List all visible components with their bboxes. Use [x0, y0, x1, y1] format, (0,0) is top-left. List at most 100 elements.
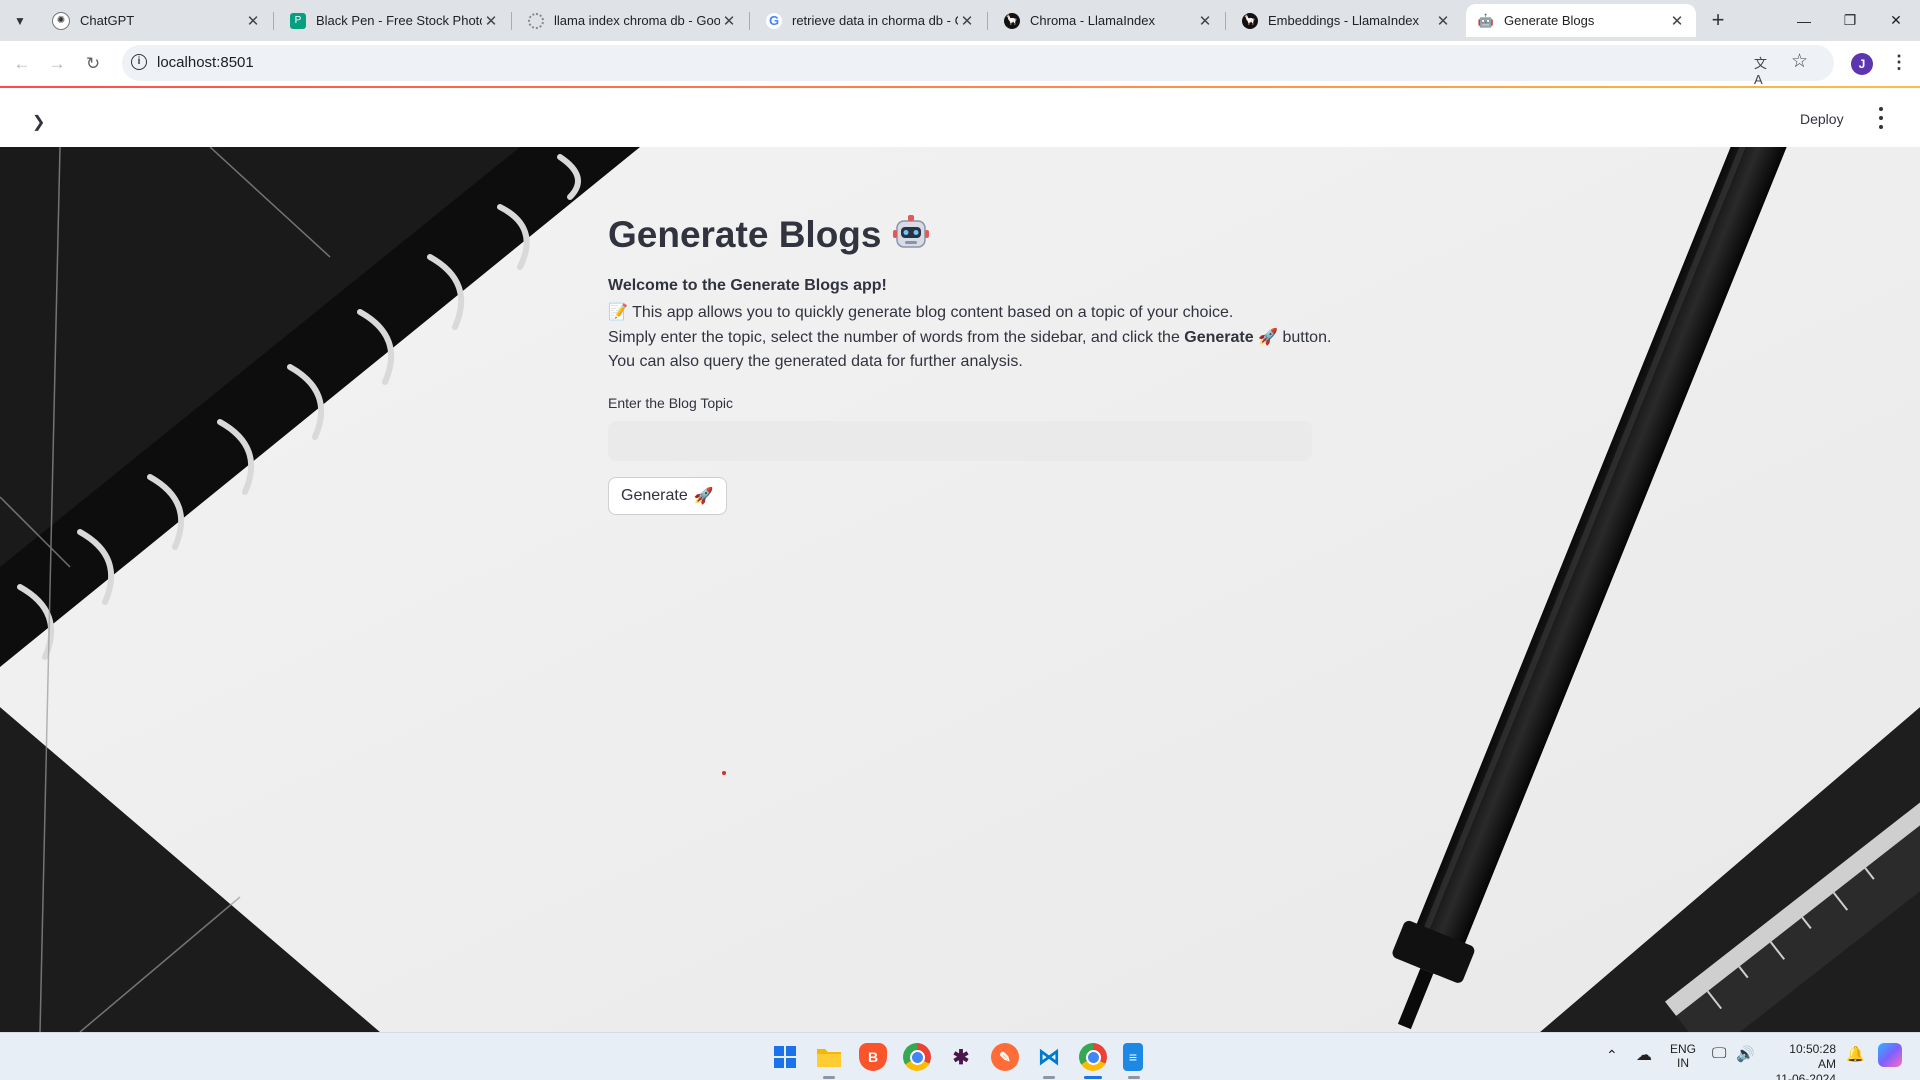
onedrive-icon[interactable]: ☁ — [1636, 1045, 1652, 1065]
tab-divider — [987, 12, 988, 30]
robot-icon — [893, 215, 930, 248]
windows-start-icon[interactable] — [771, 1043, 799, 1071]
tab-title: llama index chroma db - Googl — [554, 13, 720, 28]
close-tab-icon[interactable]: ✕ — [720, 12, 738, 30]
expand-sidebar-chevron-icon[interactable]: ❯ — [32, 112, 45, 132]
chrome-profile-icon[interactable] — [1079, 1043, 1107, 1071]
postman-icon[interactable]: ✎ — [991, 1043, 1019, 1071]
bookmark-star-icon[interactable]: ☆ — [1791, 50, 1808, 73]
tab-divider — [1225, 12, 1226, 30]
minimize-button[interactable]: — — [1781, 0, 1827, 41]
instructions-line: Simply enter the topic, select the numbe… — [608, 327, 1331, 347]
rocket-icon: 🚀 — [693, 488, 714, 505]
background-image — [0, 147, 1920, 1032]
welcome-text: Welcome to the Generate Blogs app! — [608, 277, 887, 295]
pexels-icon: P — [290, 12, 306, 29]
notification-bell-icon[interactable]: 🔔 — [1846, 1045, 1865, 1063]
tab-title: Chroma - LlamaIndex — [1030, 13, 1155, 28]
browser-tab-strip: ▼ ✺ ChatGPT ✕ P Black Pen - Free Stock P… — [0, 0, 1920, 41]
close-tab-icon[interactable]: ✕ — [244, 12, 262, 30]
google-loading-icon — [528, 12, 544, 29]
brave-icon[interactable]: B — [859, 1043, 887, 1071]
query-line: You can also query the generated data fo… — [608, 353, 1023, 371]
network-icon[interactable]: 🖵 — [1712, 1045, 1726, 1062]
tab-chroma-llamaindex[interactable]: 🦙 Chroma - LlamaIndex ✕ — [992, 4, 1224, 37]
browser-toolbar: ← → ↻ i localhost:8501 文A ☆ J ⋮ — [0, 41, 1920, 87]
tab-title: Generate Blogs — [1504, 13, 1595, 28]
page-title: Generate Blogs — [608, 213, 931, 256]
file-explorer-icon[interactable] — [815, 1043, 843, 1071]
clock-date: 11-06-2024 — [1775, 1072, 1837, 1080]
instructions-text-start: Simply enter the topic, select the numbe… — [608, 329, 1185, 346]
forward-arrow-icon[interactable]: → — [43, 50, 71, 78]
volume-icon[interactable]: 🔊 — [1736, 1045, 1755, 1063]
running-indicator — [1128, 1076, 1140, 1079]
chrome-icon[interactable] — [903, 1043, 931, 1071]
clock-time: 10:50:28 AM — [1789, 1042, 1836, 1071]
running-indicator — [1043, 1076, 1055, 1079]
reload-icon[interactable]: ↻ — [79, 50, 107, 78]
instructions-generate-bold: Generate — [1184, 329, 1254, 346]
show-hidden-icons-chevron[interactable]: ⌃ — [1606, 1047, 1618, 1064]
robot-icon: 🤖 — [1477, 12, 1495, 29]
deploy-button[interactable]: Deploy — [1800, 111, 1844, 127]
intro-line: 📝 This app allows you to quickly generat… — [608, 302, 1233, 322]
page-title-text: Generate Blogs — [608, 214, 882, 255]
tab-generate-blogs[interactable]: 🤖 Generate Blogs ✕ — [1466, 4, 1696, 37]
tab-search-dropdown-icon[interactable]: ▼ — [9, 10, 31, 32]
new-tab-button[interactable]: + — [1703, 6, 1733, 34]
generate-button[interactable]: Generate 🚀 — [608, 477, 727, 515]
rocket-icon: 🚀 — [1258, 329, 1279, 346]
llamaindex-icon: 🦙 — [1004, 12, 1020, 29]
tab-llama-chroma-search[interactable]: llama index chroma db - Googl ✕ — [516, 4, 748, 37]
app-header: ❯ Deploy — [0, 88, 1920, 147]
tab-black-pen[interactable]: P Black Pen - Free Stock Photo ✕ — [278, 4, 510, 37]
region-code: IN — [1677, 1056, 1689, 1070]
translate-icon[interactable]: 文A — [1754, 53, 1774, 87]
address-bar[interactable]: i localhost:8501 文A ☆ — [122, 45, 1834, 87]
close-tab-icon[interactable]: ✕ — [1196, 12, 1214, 30]
llamaindex-icon: 🦙 — [1242, 12, 1258, 29]
close-tab-icon[interactable]: ✕ — [1434, 12, 1452, 30]
google-icon: G — [766, 12, 782, 29]
site-info-icon[interactable]: i — [131, 54, 147, 70]
copilot-icon[interactable] — [1878, 1043, 1902, 1067]
windows-taskbar: B ✱ ✎ ⋈ ≡ ⌃ ☁ ENG IN 🖵 🔊 10:50:28 AM 11-… — [0, 1032, 1920, 1080]
main-menu-icon[interactable] — [1874, 105, 1888, 131]
close-tab-icon[interactable]: ✕ — [958, 12, 976, 30]
slack-icon[interactable]: ✱ — [947, 1043, 975, 1071]
intro-line-text: This app allows you to quickly generate … — [632, 304, 1234, 321]
browser-menu-icon[interactable]: ⋮ — [1890, 52, 1908, 73]
tab-retrieve-chroma-search[interactable]: G retrieve data in chorma db - Go ✕ — [754, 4, 986, 37]
restore-button[interactable]: ❐ — [1827, 0, 1873, 41]
blog-topic-label: Enter the Blog Topic — [608, 395, 734, 411]
language-code: ENG — [1670, 1042, 1697, 1056]
blog-topic-input[interactable] — [608, 421, 1312, 461]
tab-title: ChatGPT — [80, 13, 135, 28]
query-line-text: You can also query the generated data fo… — [608, 353, 1023, 370]
back-arrow-icon[interactable]: ← — [8, 50, 36, 78]
memo-icon: 📝 — [608, 304, 628, 321]
close-tab-icon[interactable]: ✕ — [1668, 12, 1686, 30]
running-indicator — [823, 1076, 835, 1079]
generate-button-label: Generate — [621, 487, 688, 504]
tab-divider — [511, 12, 512, 30]
active-indicator — [1084, 1076, 1102, 1079]
tab-embeddings-llamaindex[interactable]: 🦙 Embeddings - LlamaIndex ✕ — [1230, 4, 1462, 37]
tab-chatgpt[interactable]: ✺ ChatGPT ✕ — [40, 4, 272, 37]
clock[interactable]: 10:50:28 AM 11-06-2024 — [1770, 1042, 1837, 1080]
language-indicator[interactable]: ENG IN — [1670, 1042, 1696, 1070]
url-text[interactable]: localhost:8501 — [157, 54, 254, 71]
close-tab-icon[interactable]: ✕ — [482, 12, 500, 30]
tab-title: Black Pen - Free Stock Photo — [316, 13, 482, 28]
cursor-dot — [722, 771, 726, 775]
close-window-button[interactable]: ✕ — [1873, 0, 1919, 41]
tab-divider — [749, 12, 750, 30]
vscode-icon[interactable]: ⋈ — [1035, 1043, 1063, 1071]
notepad-icon[interactable]: ≡ — [1123, 1043, 1143, 1071]
tab-divider — [273, 12, 274, 30]
welcome-bold-text: Welcome to the Generate Blogs app! — [608, 277, 887, 294]
tab-title: Embeddings - LlamaIndex — [1268, 13, 1420, 28]
profile-avatar[interactable]: J — [1851, 53, 1873, 75]
notebook-and-pen-illustration — [0, 147, 1920, 1032]
